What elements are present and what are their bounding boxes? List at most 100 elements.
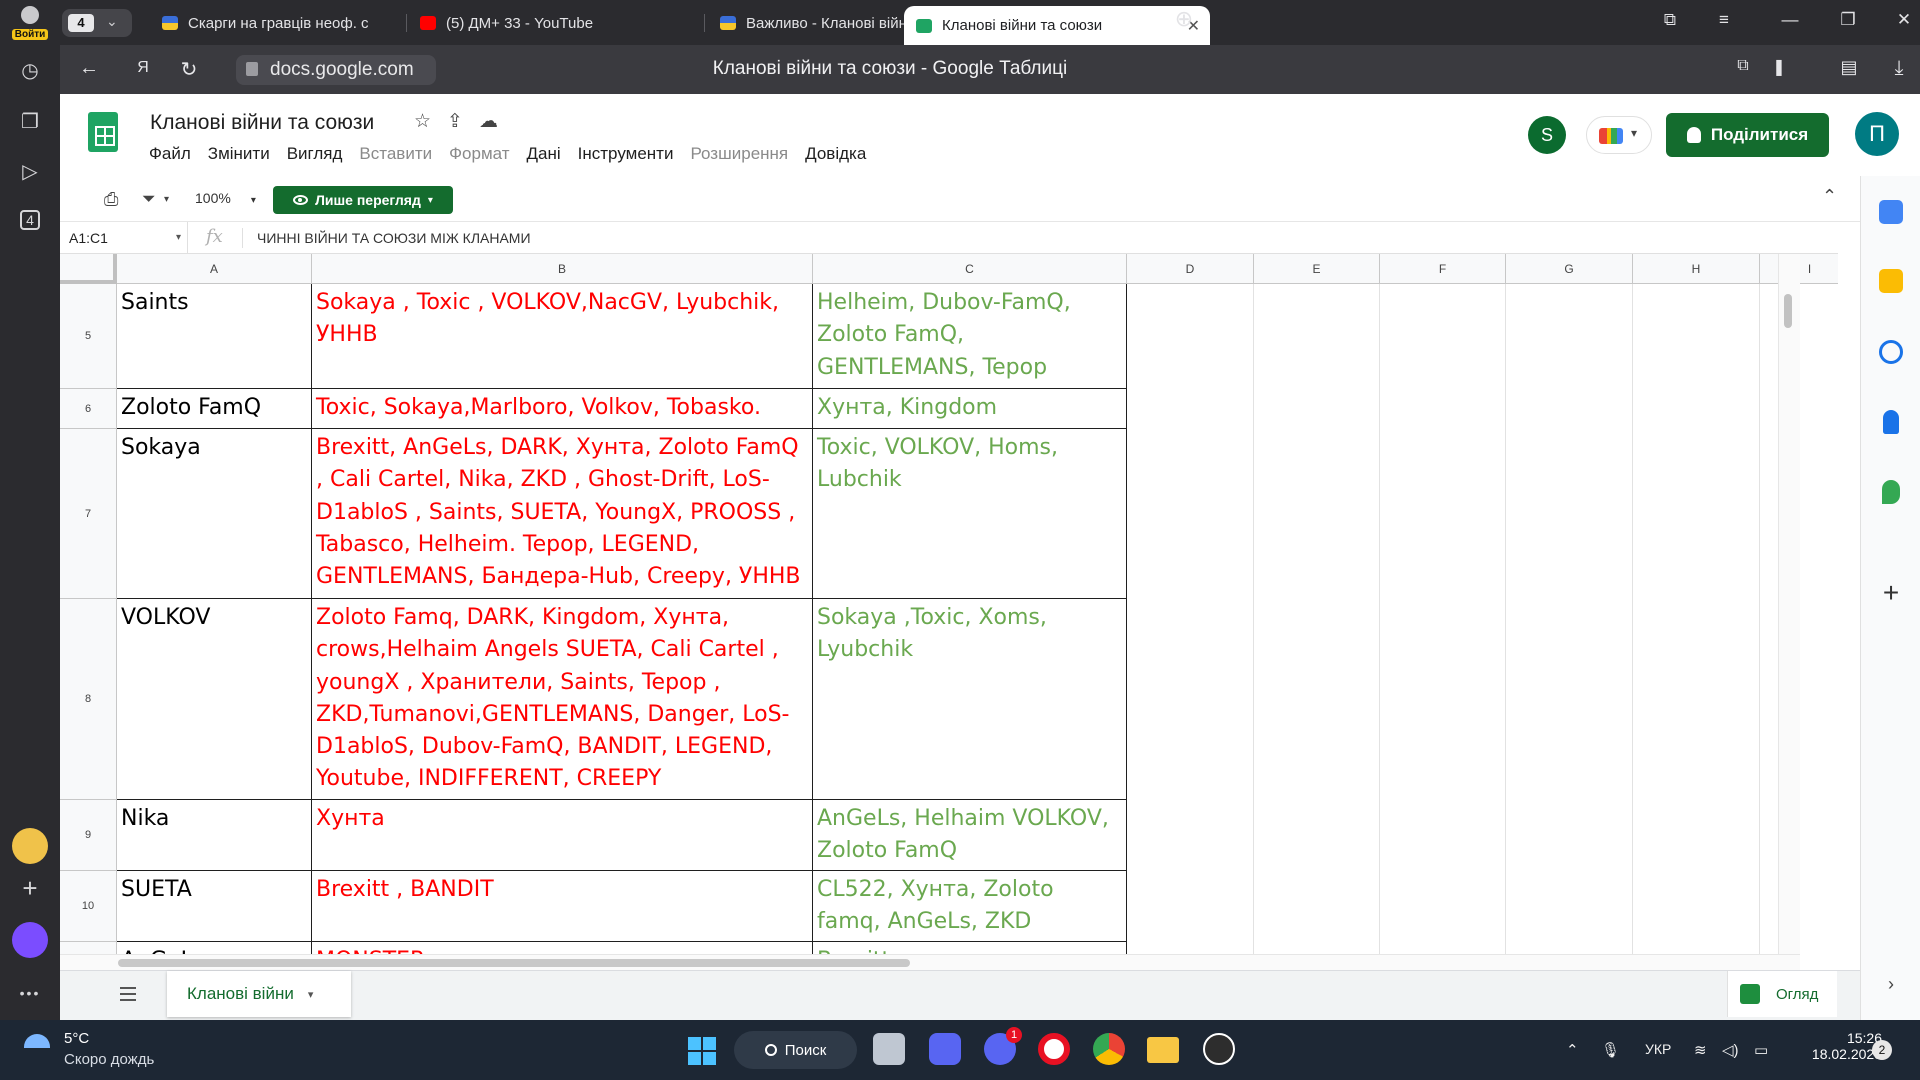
select-all-corner[interactable] <box>60 254 117 284</box>
alliances-cell[interactable]: Brexitt <box>813 942 1127 954</box>
column-header-a[interactable]: A <box>117 254 312 284</box>
clan-name-cell[interactable]: Saints <box>117 284 312 389</box>
download-icon[interactable]: ⤓ <box>1886 57 1912 80</box>
maps-icon[interactable] <box>1882 480 1900 504</box>
wars-cell[interactable]: Toxic, Sokaya,Marlboro, Volkov, Tobasko. <box>312 389 813 429</box>
mail-icon[interactable] <box>12 828 48 864</box>
filter-icon[interactable]: ⏷ <box>142 189 156 209</box>
clan-name-cell[interactable]: AnGeLs <box>117 942 312 954</box>
system-clock[interactable]: 15:26 18.02.2023 <box>1786 1030 1882 1062</box>
new-tab-icon[interactable]: ⊕ <box>1170 6 1198 32</box>
collaborator-avatar[interactable]: S <box>1528 116 1566 154</box>
weather-description[interactable]: Скоро дождь <box>64 1051 154 1068</box>
scroll-thumb[interactable] <box>1784 294 1792 328</box>
zoom-select[interactable]: 100% ▾ <box>195 190 256 206</box>
history-icon[interactable]: ◷ <box>12 52 48 88</box>
alliances-cell[interactable]: CL522, Хунта, Zoloto famq, AnGeLs, ZKD <box>813 871 1127 942</box>
taskbar-search[interactable]: Поиск <box>734 1031 857 1069</box>
share-button[interactable]: Поділитися <box>1666 113 1829 157</box>
keep-icon[interactable] <box>1879 269 1903 293</box>
language-indicator[interactable]: УКР <box>1645 1041 1671 1057</box>
chrome-icon[interactable] <box>1093 1033 1125 1065</box>
column-header-d[interactable]: D <box>1127 254 1254 284</box>
alliances-cell[interactable]: AnGeLs, Helhaim VOLKOV, Zoloto FamQ <box>813 800 1127 871</box>
wifi-icon[interactable]: ≋ <box>1694 1041 1707 1059</box>
wars-cell[interactable]: Brexitt, AnGeLs, DARK, Хунта, Zoloto Fam… <box>312 429 813 599</box>
column-header-g[interactable]: G <box>1506 254 1633 284</box>
clan-name-cell[interactable]: SUETA <box>117 871 312 942</box>
file-explorer-icon[interactable] <box>1147 1037 1179 1063</box>
menu-data[interactable]: Дані <box>527 144 561 164</box>
show-hidden-icons[interactable]: ⌃ <box>1566 1041 1579 1059</box>
scroll-thumb[interactable] <box>118 959 910 967</box>
document-title[interactable]: Кланові війни та союзи <box>150 111 374 135</box>
add-panel-icon[interactable]: + <box>12 870 48 906</box>
all-sheets-icon[interactable] <box>120 987 136 1001</box>
column-header-f[interactable]: F <box>1380 254 1506 284</box>
column-header-c[interactable]: C <box>813 254 1127 284</box>
clan-name-cell[interactable]: VOLKOV <box>117 599 312 800</box>
menu-tools[interactable]: Інструменти <box>578 144 674 164</box>
horizontal-scrollbar[interactable] <box>60 954 1800 970</box>
clan-name-cell[interactable]: Zoloto FamQ <box>117 389 312 429</box>
row-header[interactable]: 11 <box>60 942 117 954</box>
cloud-status-icon[interactable]: ☁ <box>479 110 498 133</box>
view-only-button[interactable]: Лише перегляд ▾ <box>273 186 453 214</box>
weather-temperature[interactable]: 5°C <box>64 1030 89 1047</box>
restore-icon[interactable]: ❐ <box>1834 10 1862 30</box>
menu-help[interactable]: Довідка <box>805 144 866 164</box>
explore-button[interactable]: Огляд <box>1727 971 1837 1017</box>
column-header-h[interactable]: H <box>1633 254 1760 284</box>
tab-youtube[interactable]: (5) ДМ+ 33 - YouTube <box>408 6 704 40</box>
clan-name-cell[interactable]: Nika <box>117 800 312 871</box>
row-header[interactable]: 6 <box>60 389 117 429</box>
alliances-cell[interactable]: Helheim, Dubov-FamQ, Zoloto FamQ, GENTLE… <box>813 284 1127 389</box>
add-addon-icon[interactable]: + <box>1879 579 1903 607</box>
wars-cell[interactable]: Brexitt , BANDIT <box>312 871 813 942</box>
menu-icon[interactable]: ≡ <box>1710 10 1738 30</box>
discord-icon[interactable]: 1 <box>984 1027 1022 1065</box>
column-header-e[interactable]: E <box>1254 254 1380 284</box>
expand-panel-icon[interactable]: › <box>1879 972 1903 996</box>
tab-manager-icon[interactable]: ⧉ <box>1656 10 1684 30</box>
print-icon[interactable]: ⎙ <box>104 189 118 210</box>
task-view-icon[interactable] <box>873 1033 905 1065</box>
name-box[interactable]: A1:C1 ▾ <box>60 222 188 254</box>
yandex-browser-icon[interactable] <box>1038 1033 1070 1065</box>
collections-icon[interactable]: ❐ <box>12 103 48 139</box>
more-icon[interactable]: ••• <box>12 975 48 1011</box>
vertical-scrollbar[interactable] <box>1778 254 1800 954</box>
windows-start-icon[interactable] <box>688 1037 716 1065</box>
media-player-icon[interactable] <box>1203 1033 1235 1065</box>
chevron-down-icon[interactable]: ▾ <box>164 194 169 205</box>
account-avatar[interactable]: П <box>1855 112 1899 156</box>
notification-badge[interactable]: 2 <box>1872 1040 1892 1060</box>
formula-content[interactable]: ЧИННІ ВІЙНИ ТА СОЮЗИ МІЖ КЛАНАМИ <box>257 230 531 246</box>
meet-button[interactable]: ▾ <box>1586 116 1652 154</box>
tab-complaints[interactable]: Скарги на гравців неоф. с <box>150 6 406 40</box>
alice-assistant-icon[interactable] <box>12 922 48 958</box>
battery-icon[interactable]: ▭ <box>1754 1041 1768 1059</box>
row-header[interactable]: 7 <box>60 429 117 599</box>
play-icon[interactable]: ▷ <box>12 153 48 189</box>
row-header[interactable]: 9 <box>60 800 117 871</box>
row-header[interactable]: 5 <box>60 284 117 389</box>
chevron-down-icon[interactable]: ▾ <box>308 988 314 1001</box>
move-icon[interactable]: ⇪ <box>447 110 463 133</box>
calendar-icon[interactable] <box>1879 200 1903 224</box>
menu-file[interactable]: Файл <box>149 144 191 164</box>
tab-counter-button[interactable]: 4 ⌄ <box>62 9 132 37</box>
sheets-logo-icon[interactable] <box>88 112 118 152</box>
row-header[interactable]: 10 <box>60 871 117 942</box>
volume-icon[interactable]: ◁) <box>1722 1041 1739 1059</box>
tab-sheets-active[interactable]: Кланові війни та союзи ✕ <box>904 6 1210 45</box>
alliances-cell[interactable]: Хунта, Kingdom <box>813 389 1127 429</box>
rail-tabs-badge[interactable]: 4 <box>12 202 48 238</box>
alliances-cell[interactable]: Sokaya ,Toxic, Xoms, Lyubchik <box>813 599 1127 800</box>
close-window-icon[interactable]: ✕ <box>1890 10 1918 30</box>
star-icon[interactable]: ☆ <box>414 110 431 133</box>
login-button[interactable]: Войти <box>8 6 52 42</box>
row-header[interactable]: 8 <box>60 599 117 800</box>
bookmark-icon[interactable]: ❚ <box>1766 57 1792 77</box>
wars-cell[interactable]: Zoloto Famq, DARK, Kingdom, Хунта, crows… <box>312 599 813 800</box>
